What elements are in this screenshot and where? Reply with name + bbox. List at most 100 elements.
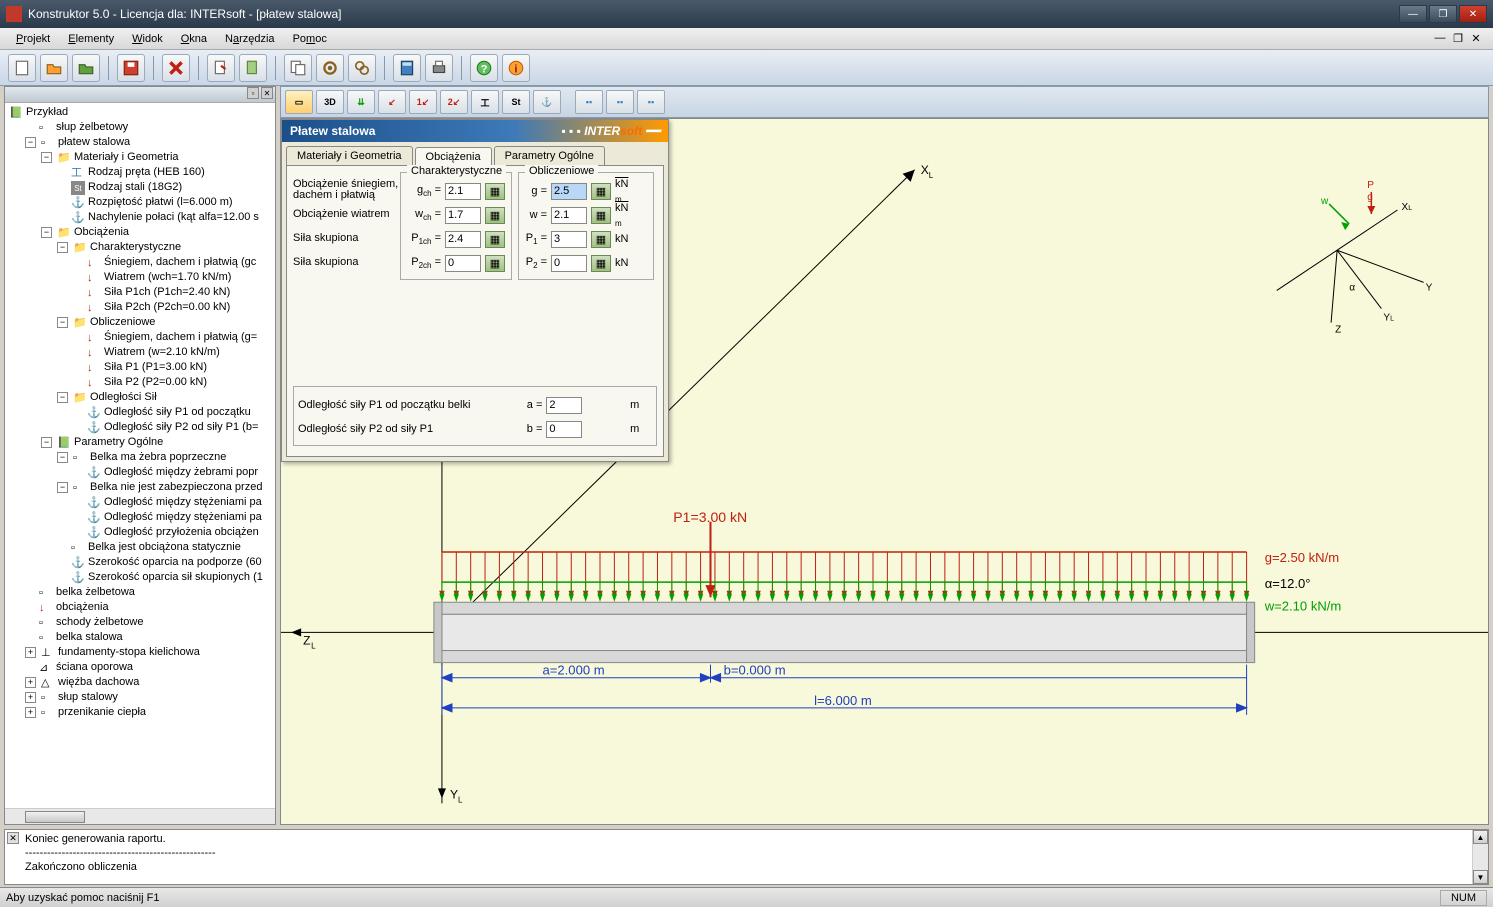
calc-btn-icon[interactable]: ▦ (591, 231, 611, 248)
open-btn[interactable] (40, 54, 68, 82)
tree-item[interactable]: +▫słup stalowy (23, 690, 273, 705)
new-btn[interactable] (8, 54, 36, 82)
input-p2[interactable] (551, 255, 587, 272)
tree-item[interactable]: ⚓Nachylenie połaci (kąt alfa=12.00 s (55, 210, 273, 225)
settings2-btn[interactable] (348, 54, 376, 82)
panel-pin[interactable]: ▫ (247, 87, 259, 99)
input-b[interactable] (546, 421, 582, 438)
minimize-btn[interactable]: — (1399, 5, 1427, 23)
tree-item[interactable]: ▫schody żelbetowe (23, 615, 273, 630)
tree-hscroll[interactable] (5, 808, 275, 824)
copy-btn[interactable] (284, 54, 312, 82)
mdi-min[interactable]: — (1431, 32, 1449, 45)
view-loads[interactable]: ⇊ (347, 90, 375, 114)
scroll-up[interactable]: ▲ (1473, 830, 1488, 844)
input-gch[interactable] (445, 183, 481, 200)
tree-item[interactable]: ⚓Odległość między stężeniami pa (71, 510, 273, 525)
tree-item[interactable]: ↓Śniegiem, dachem i płatwią (gc (71, 255, 273, 270)
tree-item[interactable]: ↓Wiatrem (w=2.10 kN/m) (71, 345, 273, 360)
menu-okna[interactable]: Okna (173, 31, 215, 47)
mdi-restore[interactable]: ❐ (1449, 32, 1467, 45)
view-3d[interactable]: 3D (316, 90, 344, 114)
print-btn[interactable] (425, 54, 453, 82)
calc-btn-icon[interactable]: ▦ (485, 183, 505, 200)
tree-item[interactable]: −📁Charakterystyczne (55, 240, 273, 255)
tree-item[interactable]: +△więźba dachowa (23, 675, 273, 690)
input-wch[interactable] (445, 207, 481, 224)
info-btn[interactable]: i (502, 54, 530, 82)
mdi-close[interactable]: ✕ (1467, 32, 1485, 45)
tree-item[interactable]: ▫słup żelbetowy (23, 120, 273, 135)
input-p1ch[interactable] (445, 231, 481, 248)
settings-btn[interactable] (316, 54, 344, 82)
tree-item[interactable]: −▫płatew stalowa (23, 135, 273, 150)
help-btn[interactable]: ? (470, 54, 498, 82)
tree-item[interactable]: ⚓Szerokość oparcia sił skupionych (1 (55, 570, 273, 585)
tree-item[interactable]: −📁Materiały i Geometria (39, 150, 273, 165)
tab-params[interactable]: Parametry Ogólne (494, 146, 605, 165)
tree-item[interactable]: 工Rodzaj pręta (HEB 160) (55, 165, 273, 180)
input-g[interactable] (551, 183, 587, 200)
tree-item[interactable]: ↓Wiatrem (wch=1.70 kN/m) (71, 270, 273, 285)
menu-pomoc[interactable]: Pomoc (285, 31, 335, 47)
tree-item[interactable]: ⚓Odległość między żebrami popr (71, 465, 273, 480)
view-opt2[interactable]: ▪▪ (606, 90, 634, 114)
view-m1[interactable]: ↙ (378, 90, 406, 114)
tree-item[interactable]: ⊿ściana oporowa (23, 660, 273, 675)
tree-item[interactable]: ⚓Odległość siły P2 od siły P1 (b= (71, 420, 273, 435)
tree-item[interactable]: StRodzaj stali (18G2) (55, 180, 273, 195)
tree-item[interactable]: ▫belka stalowa (23, 630, 273, 645)
tree-item[interactable]: +⊥fundamenty-stopa kielichowa (23, 645, 273, 660)
view-opt1[interactable]: ▪▪ (575, 90, 603, 114)
tree-item[interactable]: −📁Odległości Sił (55, 390, 273, 405)
tree-item[interactable]: −📁Obciążenia (39, 225, 273, 240)
tree-item[interactable]: −📗Parametry Ogólne (39, 435, 273, 450)
maximize-btn[interactable]: ❐ (1429, 5, 1457, 23)
calc-btn-icon[interactable]: ▦ (485, 231, 505, 248)
view-2d[interactable]: ▭ (285, 90, 313, 114)
input-a[interactable] (546, 397, 582, 414)
view-dims[interactable]: ⚓ (533, 90, 561, 114)
delete-btn[interactable] (162, 54, 190, 82)
drawing-canvas[interactable]: Płatew stalowa ▪ ▪ ▪ INTERsoft ━━ Materi… (280, 118, 1489, 825)
calc-btn-icon[interactable]: ▦ (485, 255, 505, 272)
export-btn[interactable] (207, 54, 235, 82)
calc-btn[interactable] (393, 54, 421, 82)
input-w[interactable] (551, 207, 587, 224)
tab-materials[interactable]: Materiały i Geometria (286, 146, 413, 165)
menu-projekt[interactable]: PProjektrojekt (8, 31, 58, 47)
tree-item[interactable]: ↓Siła P2ch (P2ch=0.00 kN) (71, 300, 273, 315)
tree-item[interactable]: ⚓Rozpiętość płatwi (l=6.000 m) (55, 195, 273, 210)
tree-item[interactable]: −▫Belka ma żebra poprzeczne (55, 450, 273, 465)
save-btn[interactable] (117, 54, 145, 82)
calc-btn-icon[interactable]: ▦ (591, 183, 611, 200)
panel-close[interactable]: ✕ (261, 87, 273, 99)
view-m3[interactable]: 2↙ (440, 90, 468, 114)
import-btn[interactable] (239, 54, 267, 82)
tree-item[interactable]: ↓Siła P2 (P2=0.00 kN) (71, 375, 273, 390)
tree-item[interactable]: +▫przenikanie ciepła (23, 705, 273, 720)
calc-btn-icon[interactable]: ▦ (485, 207, 505, 224)
menu-widok[interactable]: Widok (124, 31, 171, 47)
close-btn[interactable]: ✕ (1459, 5, 1487, 23)
output-close[interactable]: ✕ (7, 832, 19, 844)
tree-item[interactable]: −📁Obliczeniowe (55, 315, 273, 330)
tree-item[interactable]: ↓obciążenia (23, 600, 273, 615)
tree-item[interactable]: ▫Belka jest obciążona statycznie (55, 540, 273, 555)
tree-item[interactable]: ▫belka żelbetowa (23, 585, 273, 600)
scroll-down[interactable]: ▼ (1473, 870, 1488, 884)
view-opt3[interactable]: ▪▪ (637, 90, 665, 114)
calc-btn-icon[interactable]: ▦ (591, 255, 611, 272)
tree-item[interactable]: ↓Siła P1 (P1=3.00 kN) (71, 360, 273, 375)
input-p1[interactable] (551, 231, 587, 248)
open2-btn[interactable] (72, 54, 100, 82)
dialog-header[interactable]: Płatew stalowa ▪ ▪ ▪ INTERsoft ━━ (282, 120, 668, 142)
menu-narzedzia[interactable]: Narzędzia (217, 31, 283, 47)
tree-item[interactable]: ⚓Szerokość oparcia na podporze (60 (55, 555, 273, 570)
tree-root[interactable]: 📗Przykład (7, 105, 273, 120)
menu-elementy[interactable]: Elementy (60, 31, 122, 47)
tree-item[interactable]: ↓Śniegiem, dachem i płatwią (g= (71, 330, 273, 345)
tree-item[interactable]: ⚓Odległość między stężeniami pa (71, 495, 273, 510)
tree-item[interactable]: ⚓Odległość przyłożenia obciążen (71, 525, 273, 540)
tree-item[interactable]: ⚓Odległość siły P1 od początku (71, 405, 273, 420)
